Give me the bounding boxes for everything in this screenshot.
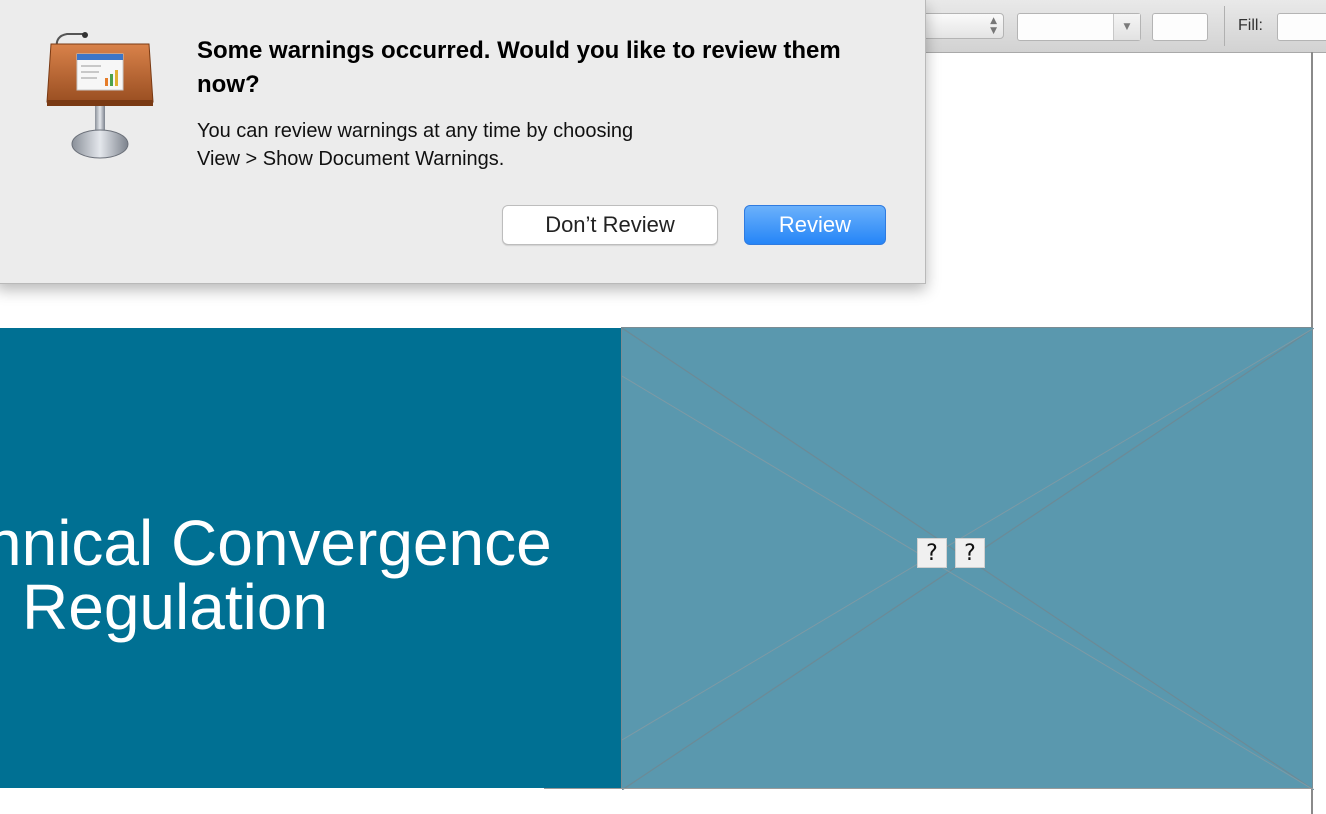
- warnings-alert-sheet: Some warnings occurred. Would you like t…: [0, 0, 926, 284]
- chevron-down-icon[interactable]: ▼: [1113, 14, 1140, 40]
- fill-label: Fill:: [1238, 17, 1263, 34]
- review-button[interactable]: Review: [744, 205, 886, 245]
- dont-review-button[interactable]: Don’t Review: [502, 205, 718, 245]
- missing-image-placeholder[interactable]: ? ?: [621, 327, 1314, 790]
- alert-message-line-1: You can review warnings at any time by c…: [197, 120, 634, 142]
- keynote-app-icon: [46, 32, 154, 159]
- slide-bottom-edge: [544, 788, 1313, 789]
- alert-title: Some warnings occurred. Would you like t…: [197, 37, 841, 98]
- missing-image-icon: ?: [955, 538, 985, 568]
- style-dropdown[interactable]: ▼: [1017, 13, 1141, 41]
- alert-message-line-2: View > Show Document Warnings.: [197, 148, 505, 170]
- size-field[interactable]: [1152, 13, 1208, 41]
- slide-title-line-2: Regulation: [22, 571, 328, 643]
- alert-message: You can review warnings at any time by c…: [197, 117, 817, 173]
- fill-color-well[interactable]: [1277, 13, 1326, 41]
- slide-title-line-1: hnical Convergence: [0, 507, 552, 579]
- slide-title-band[interactable]: hnical Convergence Regulation: [0, 328, 622, 788]
- missing-image-icon: ?: [917, 538, 947, 568]
- stepper-arrows-icon[interactable]: ▲ ▼: [990, 16, 997, 36]
- toolbar-divider: [1224, 6, 1225, 46]
